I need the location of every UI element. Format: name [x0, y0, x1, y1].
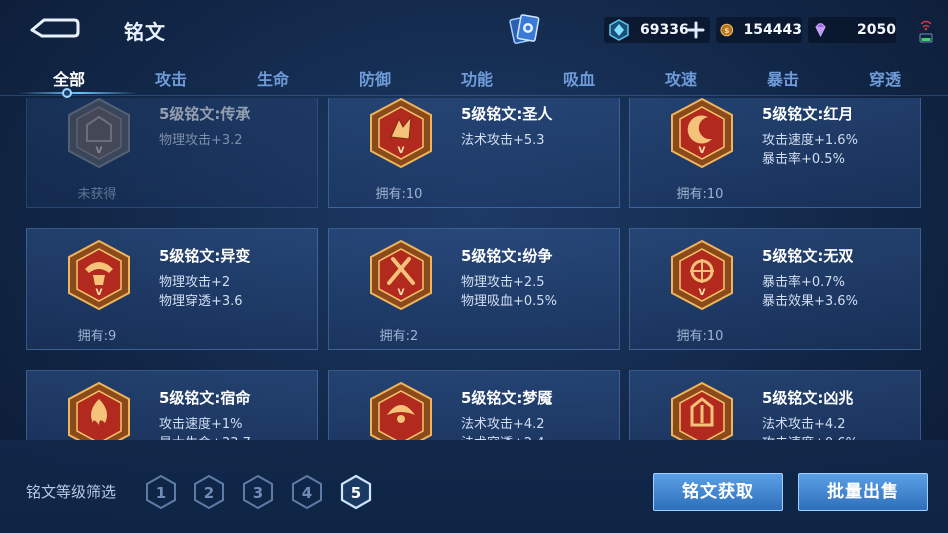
rune-strife-icon: V: [370, 239, 432, 311]
tab-health[interactable]: 生命: [238, 66, 308, 90]
svg-text:$: $: [724, 26, 729, 35]
rune-level: V: [96, 288, 103, 298]
rune-peerless-icon: V: [671, 239, 733, 311]
tab-all[interactable]: 全部: [34, 66, 104, 90]
svg-text:5: 5: [351, 484, 361, 502]
active-tab-dot: [62, 88, 72, 98]
rune-stat: 攻击速度+1.6%: [762, 133, 858, 148]
tab-defense[interactable]: 防御: [340, 66, 410, 90]
tab-attack-speed[interactable]: 攻速: [646, 66, 716, 90]
bottom-bar: 铭文等级筛选 1 2 3 4 5 铭文获取 批量出售: [0, 440, 948, 533]
diamond-coupon-icon: [609, 19, 629, 41]
rune-sage-icon: V: [370, 98, 432, 169]
rune-card[interactable]: V 5级铭文:传承 物理攻击+3.2 未获得: [26, 98, 318, 208]
rune-card[interactable]: 5级铭文:凶兆 法术攻击+4.2 攻击速度+0.6%: [629, 370, 921, 440]
rune-stat: 最大生命+33.7: [159, 432, 251, 440]
network-signal-icon: [919, 20, 933, 43]
rune-card[interactable]: 5级铭文:宿命 攻击速度+1% 最大生命+33.7: [26, 370, 318, 440]
purple-crystal-icon: [815, 23, 826, 38]
svg-text:1: 1: [156, 484, 166, 502]
rune-grid[interactable]: V 5级铭文:传承 物理攻击+3.2 未获得 V 5级铭文:圣人 法术攻击+5.…: [0, 98, 948, 440]
level-filter-4[interactable]: 4: [291, 474, 323, 510]
rune-name: 5级铭文:异变: [159, 247, 251, 265]
back-arrow-icon[interactable]: [28, 14, 80, 42]
crystal-amount: 2050: [857, 22, 896, 38]
get-runes-button[interactable]: 铭文获取: [653, 473, 783, 511]
svg-text:4: 4: [302, 484, 312, 502]
rune-name: 5级铭文:凶兆: [762, 389, 854, 407]
rune-stat: 攻击速度+0.6%: [762, 432, 858, 440]
gold-amount: 154443: [743, 22, 802, 38]
tab-attack[interactable]: 攻击: [136, 66, 206, 90]
rune-owned-count: 未获得: [77, 187, 117, 202]
rune-name: 5级铭文:宿命: [159, 389, 251, 407]
rune-stat: 物理攻击+2: [159, 275, 231, 290]
gem-amount: 69336: [640, 22, 689, 38]
rune-name: 5级铭文:圣人: [461, 105, 553, 123]
rune-inheritance-icon: V: [68, 98, 130, 169]
rune-destiny-icon: [68, 381, 130, 440]
rune-stat: 物理吸血+0.5%: [461, 294, 557, 309]
rune-name: 5级铭文:无双: [762, 247, 854, 265]
rune-level: V: [699, 288, 706, 298]
rune-omen-icon: [671, 381, 733, 440]
rune-stat: 法术攻击+4.2: [762, 417, 846, 432]
level-filter-2[interactable]: 2: [193, 474, 225, 510]
rune-card[interactable]: V 5级铭文:圣人 法术攻击+5.3 拥有:10: [328, 98, 620, 208]
gold-coin-icon: $: [720, 23, 734, 37]
rune-owned-count: 拥有:9: [77, 329, 117, 344]
top-bar: 铭文 69336 $ 154443 2050: [0, 0, 948, 60]
rune-stat: 法术攻击+5.3: [461, 133, 545, 148]
rune-level: V: [398, 288, 405, 298]
rune-name: 5级铭文:传承: [159, 105, 251, 123]
page-title: 铭文: [124, 20, 166, 44]
rune-stat: 暴击率+0.7%: [762, 275, 845, 290]
rune-nightmare-icon: [370, 381, 432, 440]
tab-critical[interactable]: 暴击: [748, 66, 818, 90]
rune-name: 5级铭文:纷争: [461, 247, 553, 265]
level-filter-1[interactable]: 1: [145, 474, 177, 510]
tab-utility[interactable]: 功能: [442, 66, 512, 90]
svg-text:2: 2: [204, 484, 214, 502]
tab-lifesteal[interactable]: 吸血: [544, 66, 614, 90]
rune-owned-count: 拥有:10: [676, 187, 724, 202]
add-currency-icon[interactable]: [686, 20, 706, 40]
rune-mutation-icon: V: [68, 239, 130, 311]
rune-card[interactable]: V 5级铭文:纷争 物理攻击+2.5 物理吸血+0.5% 拥有:2: [328, 228, 620, 350]
gold-currency: $ 154443: [716, 17, 802, 43]
active-tab-indicator: [18, 92, 138, 94]
rune-red-moon-icon: V: [671, 98, 733, 169]
rune-name: 5级铭文:梦魇: [461, 389, 553, 407]
rune-stat: 法术攻击+4.2: [461, 417, 545, 432]
rune-card[interactable]: V 5级铭文:红月 攻击速度+1.6% 暴击率+0.5% 拥有:10: [629, 98, 921, 208]
rune-stat: 法术穿透+2.4: [461, 432, 545, 440]
rune-owned-count: 拥有:10: [676, 329, 724, 344]
rune-level: V: [96, 146, 103, 156]
rune-level: V: [699, 146, 706, 156]
rune-card[interactable]: 5级铭文:梦魇 法术攻击+4.2 法术穿透+2.4: [328, 370, 620, 440]
rune-owned-count: 拥有:2: [379, 329, 419, 344]
rune-owned-count: 拥有:10: [375, 187, 423, 202]
svg-text:3: 3: [253, 484, 263, 502]
rune-stat: 暴击率+0.5%: [762, 152, 845, 167]
bulk-sell-button[interactable]: 批量出售: [798, 473, 928, 511]
rune-card[interactable]: V 5级铭文:无双 暴击率+0.7% 暴击效果+3.6% 拥有:10: [629, 228, 921, 350]
rune-stat: 攻击速度+1%: [159, 417, 243, 432]
rune-card[interactable]: V 5级铭文:异变 物理攻击+2 物理穿透+3.6 拥有:9: [26, 228, 318, 350]
level-filter-3[interactable]: 3: [242, 474, 274, 510]
rune-stat: 物理攻击+2.5: [461, 275, 545, 290]
rune-stat: 物理攻击+3.2: [159, 133, 243, 148]
rune-stat: 暴击效果+3.6%: [762, 294, 858, 309]
rune-name: 5级铭文:红月: [762, 105, 854, 123]
rune-deck-icon[interactable]: [508, 12, 542, 46]
rune-stat: 物理穿透+3.6: [159, 294, 243, 309]
level-filter-label: 铭文等级筛选: [26, 483, 117, 501]
tab-penetration[interactable]: 穿透: [850, 66, 920, 90]
gem-currency: 69336: [604, 17, 710, 43]
level-filter-5[interactable]: 5: [340, 474, 372, 510]
crystal-currency: 2050: [808, 17, 896, 43]
category-tabs: 全部 攻击 生命 防御 功能 吸血 攻速 暴击 穿透: [0, 62, 948, 98]
tabs-divider: [0, 95, 948, 96]
rune-level: V: [398, 146, 405, 156]
